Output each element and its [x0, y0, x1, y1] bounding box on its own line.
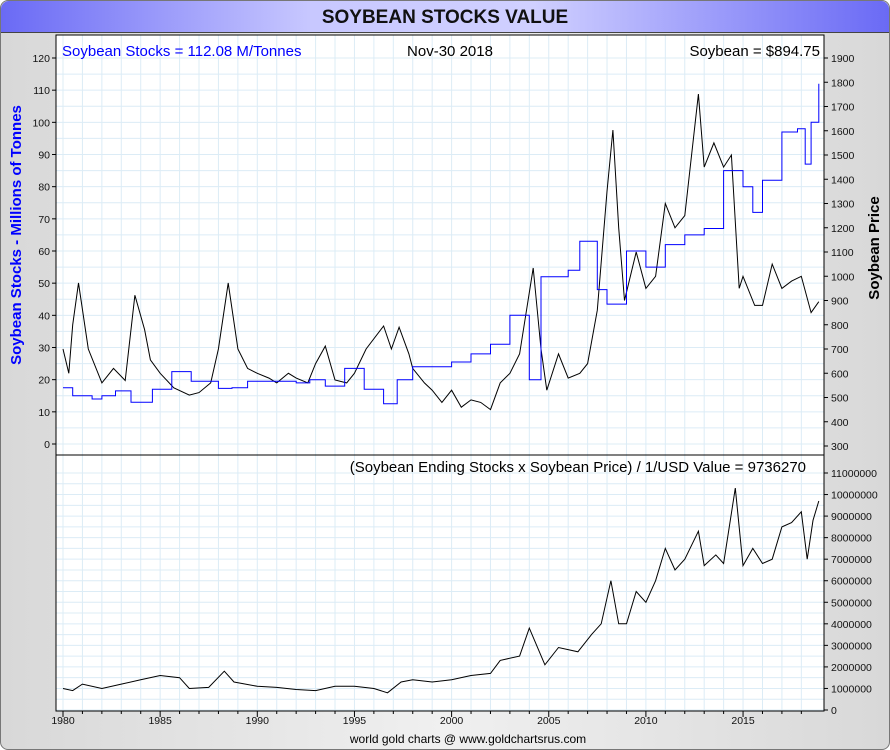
y3-tick-label: 11000000 — [831, 468, 877, 480]
y2-tick-label: 300 — [831, 441, 849, 453]
y3-tick-label: 5000000 — [831, 597, 872, 609]
stocks-legend: Soybean Stocks = 112.08 M/Tonnes — [62, 43, 301, 60]
y2-tick-label: 500 — [831, 393, 849, 405]
x-tick-label: 1990 — [246, 715, 270, 727]
x-tick-label: 2005 — [537, 715, 561, 727]
y-tick-label: 70 — [38, 214, 50, 226]
plot-background — [56, 35, 824, 711]
y-tick-label: 50 — [38, 278, 50, 290]
y2-tick-label: 1900 — [831, 53, 855, 65]
y-tick-label: 60 — [38, 246, 50, 258]
y2-tick-label: 1000 — [831, 271, 855, 283]
y-tick-label: 100 — [32, 117, 50, 129]
y-tick-label: 90 — [38, 150, 50, 162]
y3-tick-label: 0 — [831, 705, 837, 717]
y2-tick-label: 1500 — [831, 150, 855, 162]
chart-svg: 0 10 20 30 40 50 60 70 80 90 100 110 120 300 400 500 600… — [8, 34, 883, 746]
y-tick-label: 10 — [38, 407, 50, 419]
x-tick-label: 1985 — [148, 715, 172, 727]
y2-tick-label: 600 — [831, 368, 849, 380]
y-tick-label: 80 — [38, 182, 50, 194]
y2-tick-label: 400 — [831, 417, 849, 429]
y3-tick-label: 7000000 — [831, 554, 872, 566]
price-legend: Soybean = $894.75 — [689, 43, 820, 60]
y3-tick-label: 2000000 — [831, 662, 872, 674]
y3-tick-label: 8000000 — [831, 533, 872, 545]
x-tick-label: 2000 — [440, 715, 464, 727]
y2-tick-label: 800 — [831, 320, 849, 332]
footer-credit: world gold charts @ www.goldchartsrus.co… — [349, 732, 586, 746]
x-tick-label: 2010 — [634, 715, 658, 727]
y3-tick-label: 1000000 — [831, 683, 872, 695]
y2-tick-label: 1700 — [831, 102, 855, 114]
y3-tick-label: 3000000 — [831, 640, 872, 652]
value-title: (Soybean Ending Stocks x Soybean Price) … — [350, 459, 806, 476]
x-tick-label: 2015 — [731, 715, 755, 727]
y3-tick-label: 9000000 — [831, 511, 872, 523]
y3-tick-label: 10000000 — [831, 490, 878, 502]
y2-tick-label: 1800 — [831, 77, 855, 89]
y-tick-label: 120 — [32, 53, 50, 65]
y3-tick-label: 6000000 — [831, 576, 872, 588]
y-tick-label: 30 — [38, 343, 50, 355]
y-tick-label: 110 — [33, 85, 50, 97]
y3-tick-label: 4000000 — [831, 619, 872, 631]
y-axis-label: Soybean Stocks - Millions of Tonnes — [8, 105, 25, 365]
y2-tick-label: 1600 — [831, 126, 855, 138]
y2-tick-label: 1200 — [831, 223, 855, 235]
y2-tick-label: 1400 — [831, 174, 855, 186]
y2-tick-label: 700 — [831, 344, 849, 356]
y2-axis-label: Soybean Price — [866, 196, 883, 299]
date-label: Nov-30 2018 — [407, 43, 493, 60]
y2-tick-label: 900 — [831, 296, 849, 308]
y-tick-label: 40 — [38, 310, 50, 322]
y-tick-label: 0 — [44, 439, 50, 451]
y-tick-label: 20 — [38, 375, 50, 387]
x-tick-label: 1995 — [343, 715, 367, 727]
y2-tick-label: 1300 — [831, 199, 855, 211]
y2-tick-label: 1100 — [831, 247, 854, 259]
x-tick-label: 1980 — [51, 715, 75, 727]
